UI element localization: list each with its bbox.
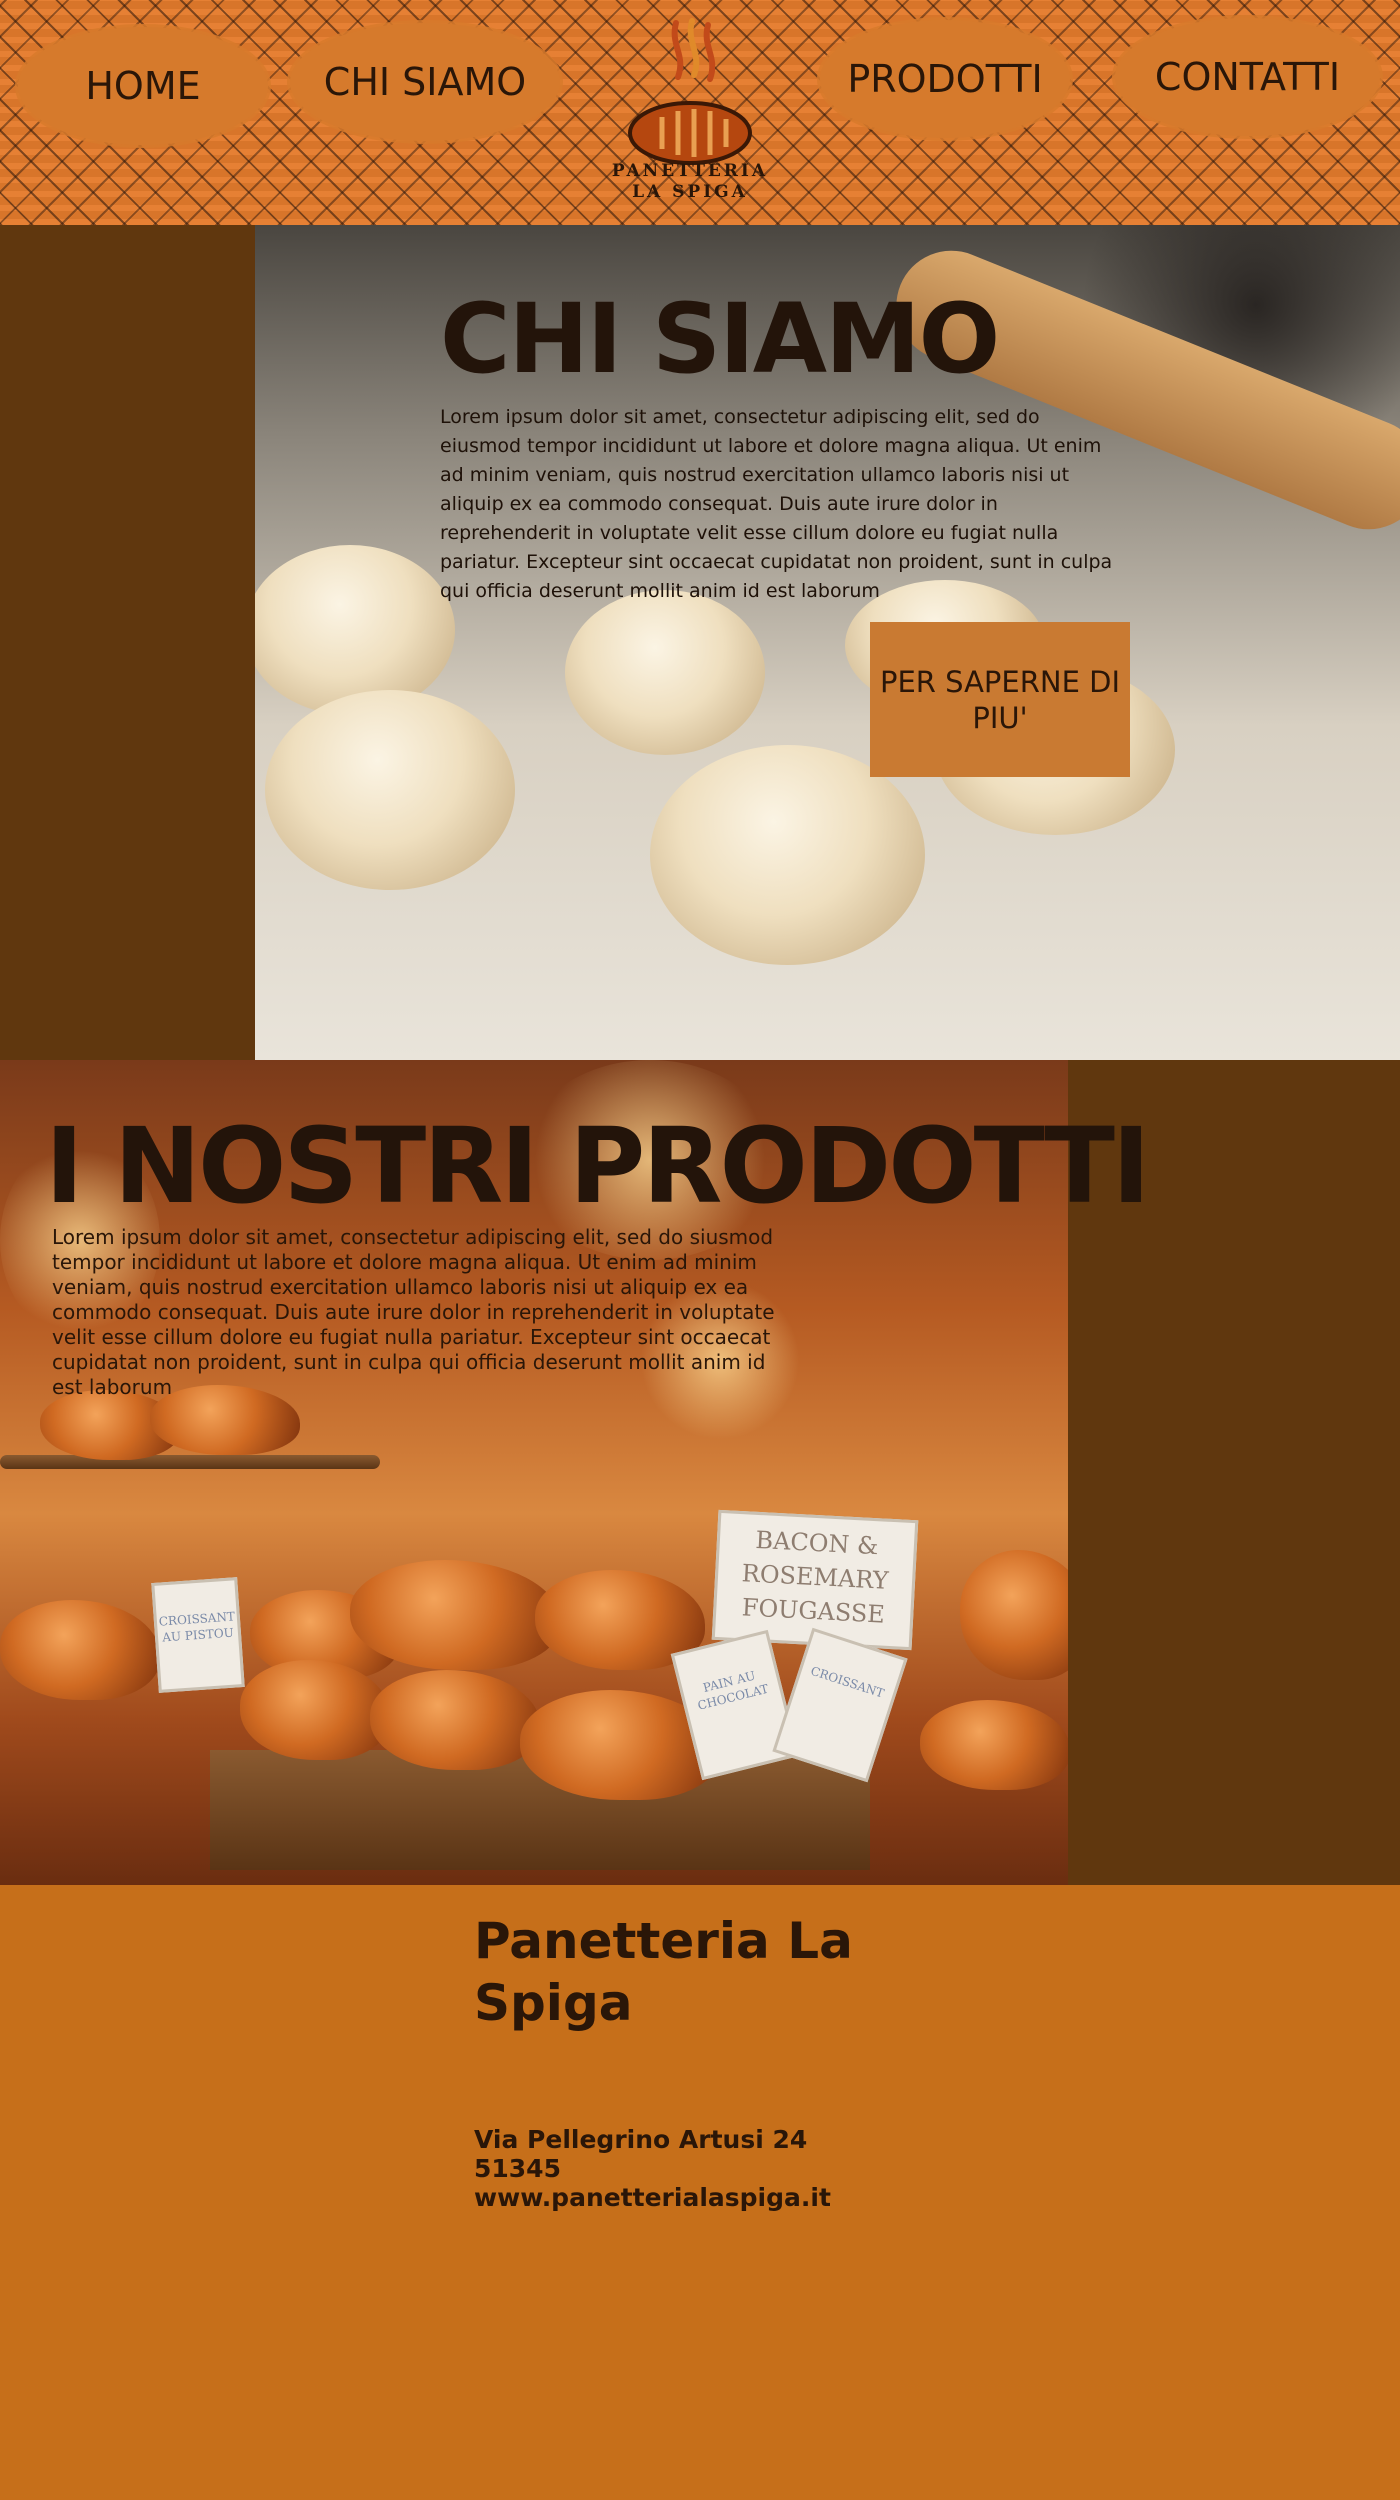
pastry bbox=[370, 1670, 540, 1770]
chi-siamo-paragraph: Lorem ipsum dolor sit amet, consectetur … bbox=[440, 406, 1113, 602]
nav-chi-siamo-link[interactable]: CHI SIAMO bbox=[290, 23, 560, 141]
nav-prodotti-link[interactable]: PRODOTTI bbox=[820, 20, 1070, 138]
footer-cap: 51345 bbox=[474, 2154, 561, 2183]
bread-logo-icon bbox=[628, 18, 752, 165]
footer-website-link[interactable]: www.panetterialaspiga.it bbox=[474, 2183, 831, 2212]
sign-croissant-pistou: CROISSANT AU PISTOU bbox=[151, 1577, 245, 1693]
pastry bbox=[350, 1560, 560, 1670]
pastry bbox=[920, 1700, 1068, 1790]
footer-address: Via Pellegrino Artusi 24 bbox=[474, 2125, 808, 2154]
dough-ball bbox=[650, 745, 925, 965]
pastry bbox=[0, 1600, 160, 1700]
footer-business-name: Panetteria La Spiga bbox=[474, 1912, 853, 2032]
logo-line-2: LA SPIGA bbox=[632, 182, 748, 202]
per-saperne-di-piu-button[interactable]: PER SAPERNE DI PIU' bbox=[870, 622, 1130, 777]
dough-ball bbox=[565, 590, 765, 755]
prodotti-paragraph: Lorem ipsum dolor sit amet, consectetur … bbox=[52, 1225, 775, 1399]
display-tray bbox=[0, 1455, 380, 1469]
site-logo[interactable]: PANETTERIA LA SPIGA bbox=[590, 15, 790, 210]
chi-siamo-heading: CHI SIAMO bbox=[440, 283, 1000, 395]
nav-home-link[interactable]: HOME bbox=[18, 27, 268, 145]
logo-line-1: PANETTERIA bbox=[611, 161, 769, 181]
pastry bbox=[960, 1550, 1068, 1680]
site-header: HOME CHI SIAMO PANETTERIA LA SPIGA PRODO… bbox=[0, 0, 1400, 225]
dough-ball bbox=[255, 545, 455, 715]
dough-ball bbox=[265, 690, 515, 890]
prodotti-heading: I NOSTRI PRODOTTI bbox=[45, 1105, 1151, 1227]
left-brown-strip bbox=[0, 225, 255, 1060]
nav-contatti-link[interactable]: CONTATTI bbox=[1115, 18, 1380, 136]
